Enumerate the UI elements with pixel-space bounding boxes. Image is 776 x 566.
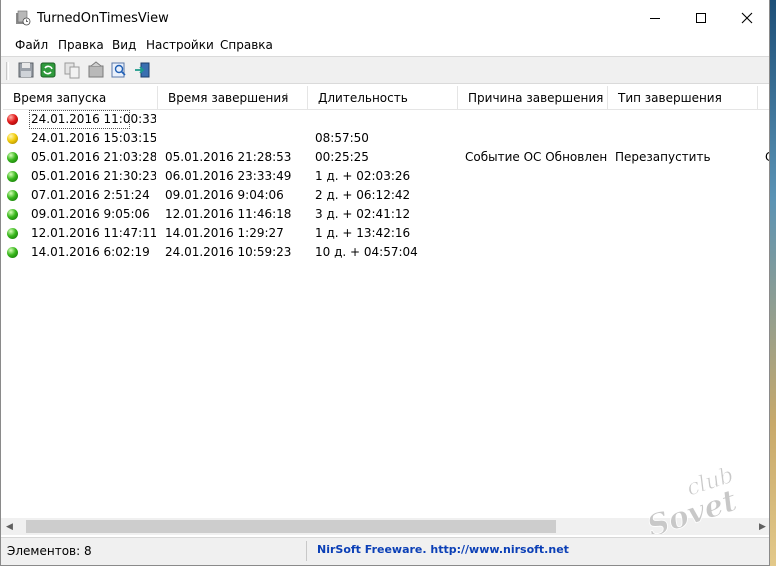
- cell-end: [165, 129, 308, 148]
- scroll-right-icon[interactable]: ▶: [754, 518, 769, 535]
- status-yellow-icon: [7, 133, 18, 144]
- cell-duration: [315, 110, 458, 129]
- exit-icon[interactable]: [133, 61, 151, 79]
- cell-start: 05.01.2016 21:30:23: [31, 169, 156, 183]
- cell-duration: 3 д. + 02:41:12: [315, 207, 411, 221]
- table-row[interactable]: 05.01.2016 21:03:28 05.01.2016 21:28:53 00…: [3, 148, 769, 167]
- status-green-icon: [7, 209, 18, 220]
- cell-end: 05.01.2016 21:28:53: [165, 150, 292, 164]
- cell-reason: [465, 243, 608, 262]
- table-row[interactable]: 14.01.2016 6:02:19 24.01.2016 10:59:23 10 …: [3, 243, 769, 262]
- status-green-icon: [7, 247, 18, 258]
- cell-type: [615, 205, 758, 224]
- cell-duration: 10 д. + 04:57:04: [315, 245, 418, 259]
- properties-icon[interactable]: [87, 61, 105, 79]
- cell-reason: [465, 167, 608, 186]
- table-row[interactable]: 24.01.2016 11:00:33: [3, 110, 769, 129]
- title-bar[interactable]: TurnedOnTimesView: [1, 0, 769, 36]
- column-header-extra[interactable]: П: [758, 86, 769, 110]
- list-header: Время запуска Время завершения / Длитель…: [3, 86, 769, 110]
- cell-start: 24.01.2016 15:03:15: [31, 131, 156, 145]
- status-bar: Элементов: 8 NirSoft Freeware. http://ww…: [1, 537, 769, 565]
- close-button[interactable]: [724, 0, 769, 36]
- cell-duration: 1 д. + 02:03:26: [315, 169, 411, 183]
- cell-type: [615, 243, 758, 262]
- close-icon: [741, 12, 753, 24]
- focus-rectangle: [29, 110, 130, 129]
- window-title: TurnedOnTimesView: [37, 11, 169, 26]
- desktop-background: [770, 0, 776, 566]
- cell-reason: Событие ОС Обновлен...: [465, 150, 608, 164]
- cell-end: 24.01.2016 10:59:23: [165, 245, 292, 259]
- minimize-button[interactable]: [632, 0, 678, 36]
- cell-end: 09.01.2016 9:04:06: [165, 188, 284, 202]
- status-green-icon: [7, 152, 18, 163]
- column-header-start[interactable]: Время запуска: [3, 86, 158, 110]
- status-green-icon: [7, 171, 18, 182]
- minimize-icon: [650, 17, 660, 19]
- cell-start: 07.01.2016 2:51:24: [31, 188, 150, 202]
- scroll-left-icon[interactable]: ◀: [1, 518, 18, 535]
- column-header-type[interactable]: Тип завершения: [608, 86, 758, 110]
- watermark-logo: club Sovet: [643, 463, 742, 534]
- menu-view[interactable]: Вид: [112, 38, 136, 52]
- cell-type: [615, 129, 758, 148]
- column-header-end[interactable]: Время завершения /: [158, 86, 308, 110]
- refresh-icon[interactable]: [39, 61, 57, 79]
- item-count: Элементов: 8: [7, 544, 92, 558]
- cell-type: [615, 224, 758, 243]
- menu-edit[interactable]: Правка: [58, 38, 104, 52]
- menu-settings[interactable]: Настройки: [146, 38, 214, 52]
- cell-type: [615, 110, 758, 129]
- status-green-icon: [7, 190, 18, 201]
- menu-bar: Файл Правка Вид Настройки Справка: [1, 36, 769, 56]
- cell-start: 14.01.2016 6:02:19: [31, 245, 150, 259]
- cell-type: Перезапустить: [615, 150, 711, 164]
- sort-indicator-icon: /: [284, 92, 288, 103]
- times-list[interactable]: Время запуска Время завершения / Длитель…: [3, 86, 769, 518]
- cell-end: 06.01.2016 23:33:49: [165, 169, 292, 183]
- cell-reason: [465, 186, 608, 205]
- table-row[interactable]: 07.01.2016 2:51:24 09.01.2016 9:04:06 2 д.…: [3, 186, 769, 205]
- cell-reason: [465, 110, 608, 129]
- nirsoft-link[interactable]: NirSoft Freeware. http://www.nirsoft.net: [317, 543, 569, 556]
- cell-duration: 00:25:25: [315, 150, 369, 164]
- cell-end: 12.01.2016 11:46:18: [165, 207, 292, 221]
- column-header-reason[interactable]: Причина завершения: [458, 86, 608, 110]
- table-row[interactable]: 09.01.2016 9:05:06 12.01.2016 11:46:18 3 д…: [3, 205, 769, 224]
- save-icon[interactable]: [17, 61, 35, 79]
- toolbar: [1, 56, 769, 84]
- status-separator: [306, 541, 307, 561]
- menu-file[interactable]: Файл: [15, 38, 48, 52]
- cell-type: [615, 186, 758, 205]
- column-header-duration[interactable]: Длительность: [308, 86, 458, 110]
- cell-start: 05.01.2016 21:03:28: [31, 150, 156, 164]
- cell-duration: 08:57:50: [315, 131, 369, 145]
- column-header-end-label: Время завершения: [168, 91, 289, 105]
- status-red-icon: [7, 114, 18, 125]
- cell-duration: 1 д. + 13:42:16: [315, 226, 411, 240]
- find-icon[interactable]: [110, 61, 128, 79]
- cell-end: [165, 110, 308, 129]
- cell-reason: [465, 205, 608, 224]
- menu-help[interactable]: Справка: [220, 38, 273, 52]
- table-row[interactable]: 05.01.2016 21:30:23 06.01.2016 23:33:49 1 …: [3, 167, 769, 186]
- copy-icon[interactable]: [63, 61, 81, 79]
- table-row[interactable]: 24.01.2016 15:03:15 08:57:50: [3, 129, 769, 148]
- app-icon: [16, 10, 31, 26]
- maximize-button[interactable]: [678, 0, 724, 36]
- cell-end: 14.01.2016 1:29:27: [165, 226, 284, 240]
- table-row[interactable]: 12.01.2016 11:47:11 14.01.2016 1:29:27 1 д…: [3, 224, 769, 243]
- scrollbar-thumb[interactable]: [26, 520, 556, 533]
- cell-reason: [465, 129, 608, 148]
- cell-start: 09.01.2016 9:05:06: [31, 207, 150, 221]
- app-window: TurnedOnTimesView Файл Правка Вид Настро…: [0, 0, 770, 566]
- cell-reason: [465, 224, 608, 243]
- cell-type: [615, 167, 758, 186]
- maximize-icon: [696, 13, 706, 23]
- status-green-icon: [7, 228, 18, 239]
- toolbar-grip: [6, 62, 9, 80]
- cell-duration: 2 д. + 06:12:42: [315, 188, 411, 202]
- cell-start: 12.01.2016 11:47:11: [31, 226, 156, 240]
